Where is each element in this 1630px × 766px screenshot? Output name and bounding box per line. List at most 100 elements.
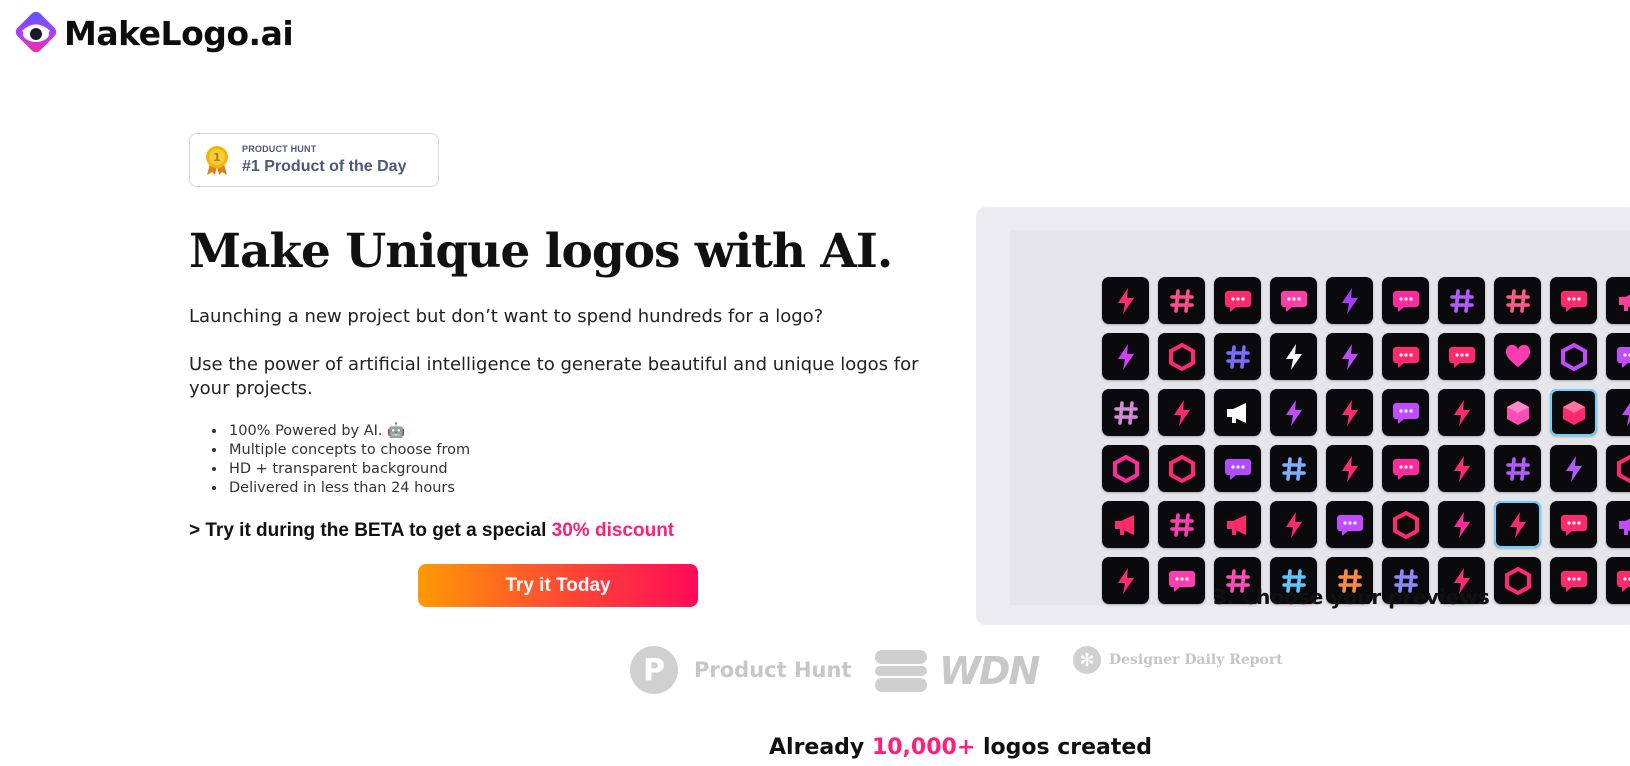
logo-preview-tile[interactable]: [1158, 557, 1205, 604]
badge-kicker: PRODUCT HUNT: [242, 144, 317, 154]
hex-icon: [1168, 342, 1196, 371]
logo-preview-tile[interactable]: [1550, 557, 1597, 604]
chat-icon: [1616, 344, 1630, 370]
logo-preview-tile[interactable]: [1158, 501, 1205, 548]
logo-preview-tile[interactable]: [1270, 445, 1317, 492]
product-hunt-badge[interactable]: 1 PRODUCT HUNT #1 Product of the Day: [189, 133, 439, 187]
bolt-icon: [1114, 343, 1138, 371]
try-it-today-button[interactable]: Try it Today: [418, 564, 698, 607]
logo-preview-tile[interactable]: [1550, 445, 1597, 492]
chat-icon: [1448, 344, 1476, 370]
bolt-icon: [1506, 511, 1530, 539]
logo-preview-tile[interactable]: [1326, 333, 1373, 380]
brand-name: MakeLogo.ai: [64, 13, 294, 53]
logo-preview-tile[interactable]: [1382, 445, 1429, 492]
logo-preview-tile[interactable]: [1494, 557, 1541, 604]
chat-icon: [1560, 568, 1588, 594]
logo-preview-tile[interactable]: [1550, 389, 1597, 436]
logo-preview-tile[interactable]: [1270, 277, 1317, 324]
heart-icon: [1504, 344, 1532, 370]
logo-preview-tile[interactable]: [1606, 557, 1630, 604]
logo-preview-tile[interactable]: [1158, 333, 1205, 380]
beta-offer: > Try it during the BETA to get a specia…: [189, 520, 674, 542]
logo-preview-tile[interactable]: [1438, 501, 1485, 548]
logo-preview-tile[interactable]: [1326, 389, 1373, 436]
hash-icon: [1169, 512, 1195, 538]
bolt-icon: [1170, 399, 1194, 427]
logo-preview-tile[interactable]: [1102, 501, 1149, 548]
badge-title: #1 Product of the Day: [242, 158, 407, 175]
logo-preview-tile[interactable]: [1102, 389, 1149, 436]
logo-preview-tile[interactable]: [1326, 445, 1373, 492]
logo-preview-tile[interactable]: [1102, 333, 1149, 380]
beta-offer-text: > Try it during the BETA to get a specia…: [189, 520, 552, 541]
hex-icon: [1392, 510, 1420, 539]
stat-count: 10,000+: [871, 735, 976, 760]
feature-item: Delivered in less than 24 hours: [227, 479, 470, 498]
logo-preview-tile[interactable]: [1606, 389, 1630, 436]
logo-preview-tile[interactable]: [1214, 333, 1261, 380]
logo-preview-tile[interactable]: [1438, 445, 1485, 492]
logo-preview-tile[interactable]: [1438, 389, 1485, 436]
bolt-icon: [1282, 511, 1306, 539]
page-headline: Make Unique logos with AI.: [189, 224, 893, 279]
logo-preview-tile[interactable]: [1550, 277, 1597, 324]
logo-preview-tile[interactable]: [1214, 389, 1261, 436]
bolt-icon: [1282, 343, 1306, 371]
stat-prefix: Already: [769, 735, 872, 760]
logo-preview-tile[interactable]: [1494, 333, 1541, 380]
logo-preview-tile[interactable]: [1550, 501, 1597, 548]
hero-paragraph-2: Use the power of artificial intelligence…: [189, 354, 919, 399]
logo-preview-grid: [1102, 277, 1630, 604]
bolt-icon: [1450, 399, 1474, 427]
bolt-icon: [1338, 287, 1362, 315]
logo-preview-tile[interactable]: [1494, 277, 1541, 324]
logo-preview-tile[interactable]: [1494, 389, 1541, 436]
logo-preview-tile[interactable]: [1606, 277, 1630, 324]
logo-preview-tile[interactable]: [1158, 277, 1205, 324]
chat-icon: [1168, 568, 1196, 594]
logo-preview-tile[interactable]: [1494, 501, 1541, 548]
logo-preview-tile[interactable]: [1326, 501, 1373, 548]
logo-preview-tile[interactable]: [1214, 445, 1261, 492]
chat-icon: [1224, 456, 1252, 482]
megaphone-icon: [1224, 512, 1252, 538]
logo-preview-tile[interactable]: [1158, 389, 1205, 436]
brand[interactable]: MakeLogo.ai: [12, 10, 294, 56]
stat-suffix: logos created: [975, 735, 1153, 760]
hex-icon: [1504, 566, 1532, 595]
feature-item: HD + transparent background: [227, 460, 470, 479]
chat-icon: [1392, 456, 1420, 482]
logo-preview-tile[interactable]: [1606, 501, 1630, 548]
logo-preview-tile[interactable]: [1550, 333, 1597, 380]
press-label: Designer Daily Report: [1109, 652, 1283, 668]
logo-preview-tile[interactable]: [1606, 333, 1630, 380]
logo-preview-tile[interactable]: [1326, 277, 1373, 324]
logo-preview-tile[interactable]: [1606, 445, 1630, 492]
logo-preview-tile[interactable]: [1102, 557, 1149, 604]
logo-preview-tile[interactable]: [1382, 333, 1429, 380]
logo-preview-tile[interactable]: [1102, 277, 1149, 324]
logo-preview-tile[interactable]: [1158, 445, 1205, 492]
logo-preview-tile[interactable]: [1214, 277, 1261, 324]
chat-icon: [1392, 288, 1420, 314]
logo-preview-tile[interactable]: [1382, 389, 1429, 436]
feature-list: 100% Powered by AI. 🤖 Multiple concepts …: [227, 422, 470, 498]
logo-preview-tile[interactable]: [1382, 501, 1429, 548]
chat-icon: [1616, 568, 1630, 594]
logo-preview-tile[interactable]: [1382, 277, 1429, 324]
logo-preview-tile[interactable]: [1270, 333, 1317, 380]
logo-preview-tile[interactable]: [1438, 277, 1485, 324]
hex-icon: [1560, 342, 1588, 371]
logo-preview-tile[interactable]: [1438, 333, 1485, 380]
chat-icon: [1560, 512, 1588, 538]
logo-preview-tile[interactable]: [1102, 445, 1149, 492]
logo-preview-tile[interactable]: [1214, 501, 1261, 548]
logo-preview-tile[interactable]: [1270, 501, 1317, 548]
logo-preview-tile[interactable]: [1270, 389, 1317, 436]
hash-icon: [1225, 344, 1251, 370]
megaphone-icon: [1224, 400, 1252, 426]
logo-preview-tile[interactable]: [1494, 445, 1541, 492]
press-logo-product-hunt: P Product Hunt: [630, 646, 851, 694]
wdn-icon: [875, 650, 927, 692]
